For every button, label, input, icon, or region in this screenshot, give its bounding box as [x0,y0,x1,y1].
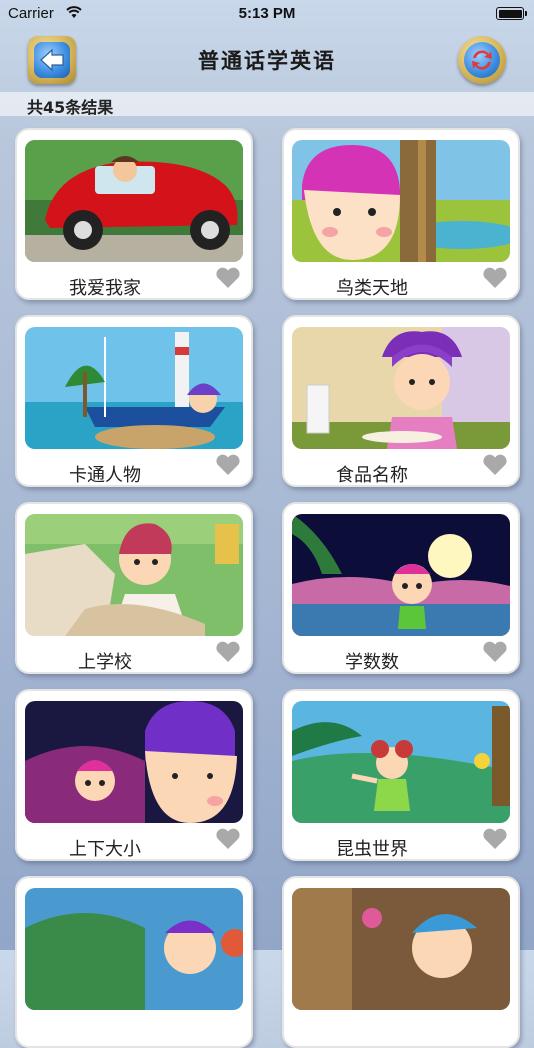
video-card[interactable]: 昆虫世界 [282,689,520,861]
video-thumbnail [292,888,510,1010]
video-thumbnail [25,327,243,449]
page-title: 普通话学英语 [198,49,336,73]
video-title: 我爱我家 [69,278,141,299]
navigation-bar: 普通话学英语 [0,28,534,90]
video-card[interactable]: 鸟类天地 [282,128,520,300]
video-title: 鸟类天地 [336,278,408,299]
video-card[interactable]: 食品名称 [282,315,520,487]
video-thumbnail [25,888,243,1010]
video-card[interactable]: 卡通人物 [15,315,253,487]
video-card[interactable] [282,876,520,1048]
video-title: 上学校 [78,652,132,673]
refresh-button[interactable] [458,36,506,84]
video-title: 上下大小 [69,839,141,860]
heart-icon[interactable] [482,828,508,850]
result-count: 共45条结果 [27,98,114,117]
video-title: 卡通人物 [69,465,141,486]
heart-icon[interactable] [215,454,241,476]
battery-fill [498,9,522,18]
heart-icon[interactable] [215,641,241,663]
refresh-icon [464,42,500,78]
battery-icon [496,7,527,20]
video-thumbnail [25,514,243,636]
video-title: 食品名称 [336,465,408,486]
video-card[interactable]: 学数数 [282,502,520,674]
video-thumbnail [292,701,510,823]
heart-icon[interactable] [482,641,508,663]
video-card[interactable]: 上学校 [15,502,253,674]
video-thumbnail [292,140,510,262]
clock: 5:13 PM [238,5,296,22]
heart-icon[interactable] [215,828,241,850]
video-card[interactable]: 我爱我家 [15,128,253,300]
status-bar: Carrier 5:13 PM [0,0,534,28]
video-card[interactable]: 上下大小 [15,689,253,861]
video-title: 学数数 [345,652,399,673]
video-thumbnail [292,327,510,449]
video-card[interactable] [15,876,253,1048]
video-thumbnail [25,701,243,823]
video-title: 昆虫世界 [336,839,408,860]
video-thumbnail [25,140,243,262]
video-thumbnail [292,514,510,636]
result-count-bar: 共45条结果 [0,92,534,117]
heart-icon[interactable] [215,267,241,289]
heart-icon[interactable] [482,267,508,289]
heart-icon[interactable] [482,454,508,476]
